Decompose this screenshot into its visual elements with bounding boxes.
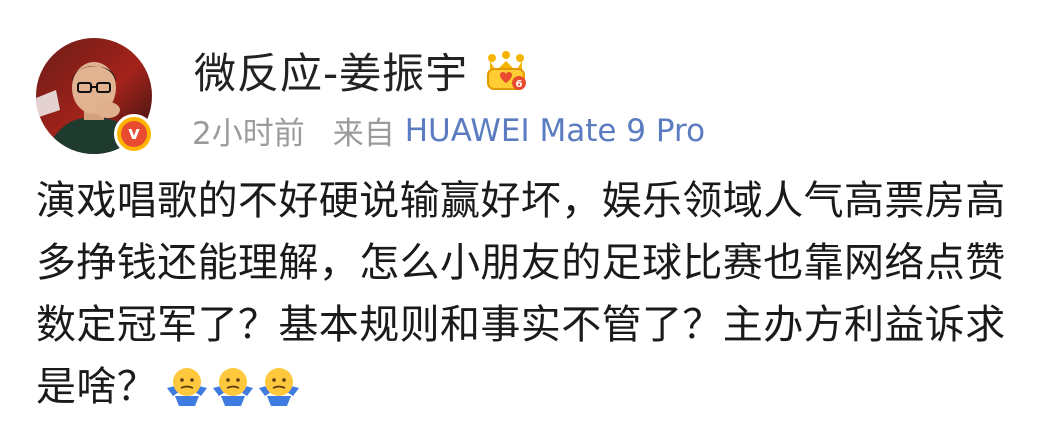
post-content: 演戏唱歌的不好硬说输赢好坏，娱乐领域人气高票房高多挣钱还能理解，怎么小朋友的足球… <box>36 170 1026 418</box>
avatar-container[interactable]: v <box>36 38 154 154</box>
username[interactable]: 微反应-姜振宇 <box>194 40 468 101</box>
shrug-icon <box>165 362 209 406</box>
weibo-post: v 微反应-姜振宇 6 2小时前 来自 HUAWEI Mate 9 Pro 演戏… <box>0 0 1046 429</box>
username-row: 微反应-姜振宇 6 <box>194 40 528 101</box>
source-prefix: 来自 <box>332 116 395 152</box>
post-time: 2小时前 <box>192 116 305 152</box>
shrug-icon <box>211 362 255 406</box>
level-badge-number: 6 <box>516 79 523 90</box>
post-meta: 2小时前 来自 HUAWEI Mate 9 Pro <box>192 108 705 153</box>
emoji-row <box>165 362 301 406</box>
source-device-link[interactable]: HUAWEI Mate 9 Pro <box>405 113 705 149</box>
verified-mark: v <box>121 121 147 147</box>
crown-level-badge-icon[interactable]: 6 <box>484 49 528 93</box>
verified-badge-icon: v <box>114 114 154 154</box>
shrug-icon <box>257 362 301 406</box>
